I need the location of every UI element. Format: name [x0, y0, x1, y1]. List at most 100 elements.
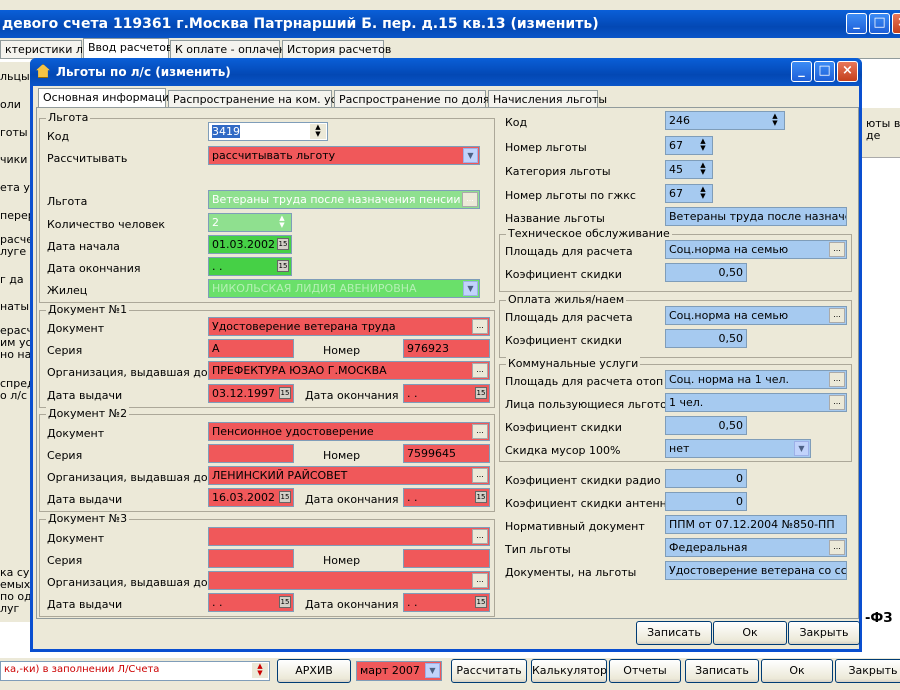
chevron-down-icon[interactable]: ▼ — [463, 281, 478, 296]
lookup-icon[interactable]: ... — [829, 242, 845, 257]
lookup-icon[interactable]: ... — [472, 573, 488, 588]
dialog-ok-button[interactable]: Ок — [713, 621, 787, 645]
dialog-close-button[interactable]: × — [837, 61, 858, 82]
left-item[interactable]: наты — [0, 300, 29, 313]
calendar-icon[interactable]: 15 — [279, 491, 291, 503]
calculator-button[interactable]: Калькулятор — [531, 659, 607, 683]
doc3-end-field[interactable]: . . 15 — [403, 593, 490, 612]
doc2-issue-field[interactable]: 16.03.2002 15 — [208, 488, 294, 507]
lookup-icon[interactable]: ... — [829, 372, 845, 387]
r-num-field[interactable]: 67 ▲ ▼ — [665, 136, 713, 155]
left-item[interactable]: готы — [0, 126, 28, 139]
housing-area-field[interactable]: Соц.норма на семью ... — [665, 306, 847, 325]
doc1-issue-field[interactable]: 03.12.1997 15 — [208, 384, 294, 403]
calendar-icon[interactable]: 15 — [475, 491, 487, 503]
tab-share-distribution[interactable]: Распространение по долям — [334, 90, 498, 108]
lookup-icon[interactable]: ... — [829, 308, 845, 323]
doc3-issue-field[interactable]: . . 15 — [208, 593, 294, 612]
left-item[interactable]: г да — [0, 273, 24, 286]
chevron-down-icon[interactable]: ▼ — [463, 148, 478, 163]
calendar-icon[interactable]: 15 — [277, 238, 289, 250]
main-save-button[interactable]: Записать — [685, 659, 759, 683]
r-kod-field[interactable]: 246 ▲ ▼ — [665, 111, 785, 130]
lookup-icon[interactable]: ... — [829, 395, 845, 410]
doc2-num-field[interactable]: 7599645 — [403, 444, 490, 463]
count-spinner[interactable]: ▲ ▼ — [274, 215, 290, 230]
archive-button[interactable]: АРХИВ — [277, 659, 351, 683]
calendar-icon[interactable]: 15 — [279, 387, 291, 399]
main-close-bottom-button[interactable]: Закрыть — [835, 659, 900, 683]
doc3-org-field[interactable]: ... — [208, 571, 490, 590]
r-gzhks-field[interactable]: 67 ▲ ▼ — [665, 184, 713, 203]
tab-benefit-charges[interactable]: Начисления льготы — [488, 90, 607, 108]
calculate-button[interactable]: Рассчитать — [451, 659, 527, 683]
lookup-icon[interactable]: ... — [472, 529, 488, 544]
chevron-down-icon[interactable]: ▼ — [794, 441, 809, 456]
lookup-icon[interactable]: ... — [472, 424, 488, 439]
tab-basic-info[interactable]: Основная информация — [38, 88, 176, 108]
r-name-field[interactable]: Ветераны труда после назначения — [665, 207, 847, 226]
calendar-icon[interactable]: 15 — [475, 596, 487, 608]
r-cat-spinner[interactable]: ▲ ▼ — [695, 162, 711, 177]
end-date-field[interactable]: . . 15 — [208, 257, 292, 276]
lookup-icon[interactable]: ... — [472, 468, 488, 483]
tech-area-field[interactable]: Соц.норма на семью ... — [665, 240, 847, 259]
r-kod-spinner[interactable]: ▲ ▼ — [767, 113, 783, 128]
antenna-field[interactable]: 0 — [665, 492, 747, 511]
kod-spinner[interactable]: ▲ ▼ — [310, 124, 326, 139]
doc2-doc-field[interactable]: Пенсионное удостоверение ... — [208, 422, 490, 441]
lookup-icon[interactable]: ... — [462, 192, 478, 207]
tab-communal-distribution[interactable]: Распространение на ком. усл. — [168, 90, 347, 108]
left-item[interactable]: льцы — [0, 70, 30, 83]
resident-select[interactable]: НИКОЛЬСКАЯ ЛИДИЯ АВЕНИРОВНА ▼ — [208, 279, 480, 298]
radio-field[interactable]: 0 — [665, 469, 747, 488]
doc3-doc-field[interactable]: ... — [208, 527, 490, 546]
docs-field[interactable]: Удостоверение ветерана со ссылк — [665, 561, 847, 580]
main-close-button[interactable]: × — [892, 13, 900, 34]
main-minimize-button[interactable]: _ — [846, 13, 867, 34]
doc3-series-field[interactable] — [208, 549, 294, 568]
lookup-icon[interactable]: ... — [472, 363, 488, 378]
housing-coef-field[interactable]: 0,50 — [665, 329, 747, 348]
left-item[interactable]: оли — [0, 98, 21, 111]
communal-persons-field[interactable]: 1 чел. ... — [665, 393, 847, 412]
dialog-close-bottom-button[interactable]: Закрыть — [788, 621, 860, 645]
main-tab-input[interactable]: Ввод расчетов — [83, 38, 173, 58]
r-cat-field[interactable]: 45 ▲ ▼ — [665, 160, 713, 179]
doc1-num-field[interactable]: 976923 — [403, 339, 490, 358]
chevron-down-icon[interactable]: ▼ — [425, 663, 440, 678]
tech-coef-field[interactable]: 0,50 — [665, 263, 747, 282]
doc2-org-field[interactable]: ЛЕНИНСКИЙ РАЙСОВЕТ ... — [208, 466, 490, 485]
count-field[interactable]: 2 ▲ ▼ — [208, 213, 292, 232]
calendar-icon[interactable]: 15 — [277, 260, 289, 272]
r-gzhks-spinner[interactable]: ▲ ▼ — [695, 186, 711, 201]
communal-coef-field[interactable]: 0,50 — [665, 416, 747, 435]
calendar-icon[interactable]: 15 — [279, 596, 291, 608]
doc2-series-field[interactable] — [208, 444, 294, 463]
main-tab-history[interactable]: История расчетов — [282, 40, 391, 58]
main-tab-payments[interactable]: К оплате - оплачено — [170, 40, 293, 58]
doc1-end-field[interactable]: . . 15 — [403, 384, 490, 403]
dialog-minimize-button[interactable]: _ — [791, 61, 812, 82]
dialog-save-button[interactable]: Записать — [636, 621, 712, 645]
calendar-icon[interactable]: 15 — [475, 387, 487, 399]
calc-select[interactable]: рассчитывать льготу ▼ — [208, 146, 480, 165]
doc1-series-field[interactable]: А — [208, 339, 294, 358]
doc3-num-field[interactable] — [403, 549, 490, 568]
lgota-field[interactable]: Ветераны труда после назначения пенсии н… — [208, 190, 480, 209]
communal-trash-select[interactable]: нет ▼ — [665, 439, 811, 458]
doc2-end-field[interactable]: . . 15 — [403, 488, 490, 507]
start-date-field[interactable]: 01.03.2002 15 — [208, 235, 292, 254]
r-num-spinner[interactable]: ▲ ▼ — [695, 138, 711, 153]
dialog-maximize-button[interactable]: □ — [814, 61, 835, 82]
main-ok-button[interactable]: Ок — [761, 659, 833, 683]
lookup-icon[interactable]: ... — [829, 540, 845, 555]
main-maximize-button[interactable]: □ — [869, 13, 890, 34]
main-tab-characteristics[interactable]: ктеристики л/с — [0, 40, 93, 58]
lookup-icon[interactable]: ... — [472, 319, 488, 334]
communal-heat-field[interactable]: Соц. норма на 1 чел. ... — [665, 370, 847, 389]
reports-button[interactable]: Отчеты — [609, 659, 681, 683]
type-field[interactable]: Федеральная ... — [665, 538, 847, 557]
normdoc-field[interactable]: ППМ от 07.12.2004 №850-ПП — [665, 515, 847, 534]
left-item[interactable]: чики — [0, 153, 27, 166]
